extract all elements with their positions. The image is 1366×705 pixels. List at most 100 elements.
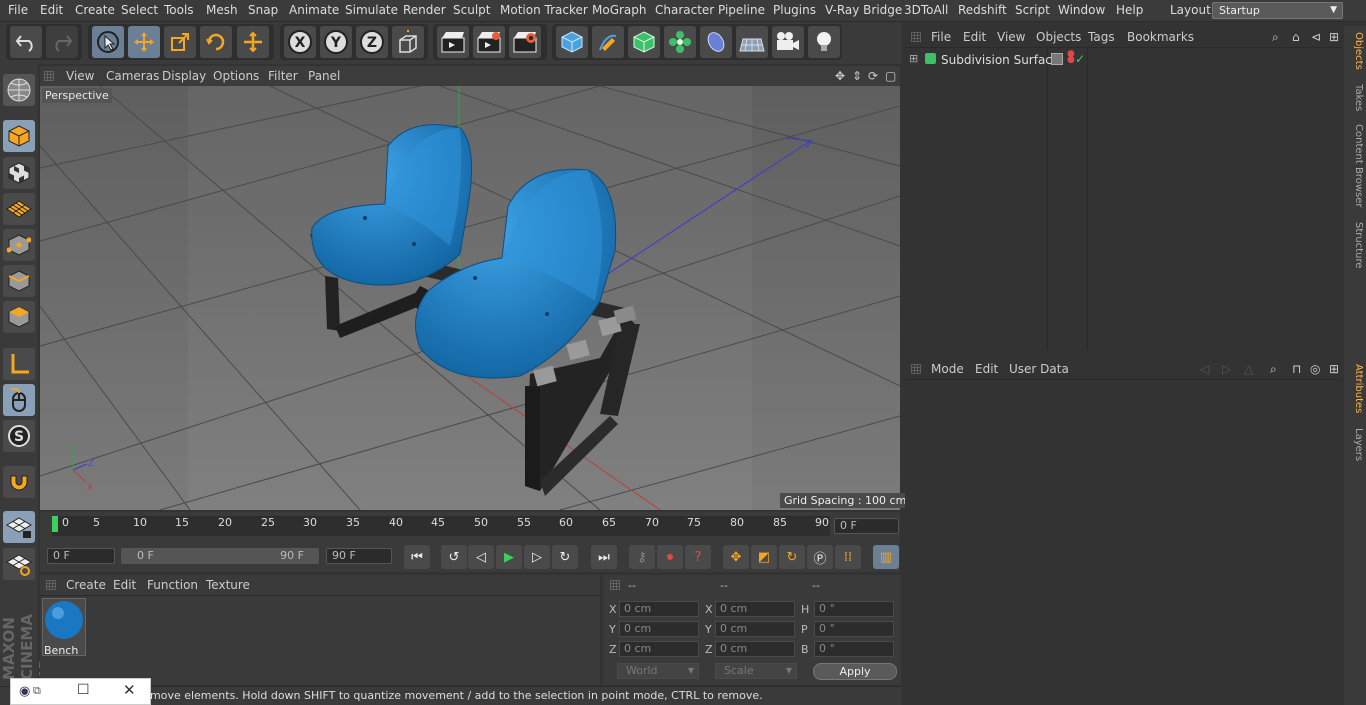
back-arrow-icon[interactable]: ◁	[1200, 362, 1209, 376]
timeline-window-button[interactable]: ▥	[873, 545, 899, 569]
menu-motion-tracker[interactable]: Motion Tracker	[500, 3, 588, 17]
goto-start-button[interactable]: ⏮	[404, 545, 430, 569]
tab-objects[interactable]: Objects	[1346, 32, 1364, 70]
search-icon[interactable]: ⌕	[1272, 30, 1279, 45]
position-x-field[interactable]: 0 cm	[619, 601, 699, 617]
redo-button[interactable]	[46, 26, 78, 58]
move-tool-button[interactable]	[128, 26, 160, 58]
objects-menu-bookmarks[interactable]: Bookmarks	[1127, 30, 1194, 44]
viewport-menu-filter[interactable]: Filter	[268, 69, 298, 83]
menu-pipeline[interactable]: Pipeline	[718, 3, 765, 17]
perspective-viewport[interactable]: Y Z X	[40, 86, 900, 510]
floor-button[interactable]	[736, 26, 768, 58]
menu-animate[interactable]: Animate	[289, 3, 339, 17]
size-z-field[interactable]: 0 cm	[715, 641, 795, 657]
objects-menu-view[interactable]: View	[997, 30, 1025, 44]
playhead[interactable]	[52, 516, 58, 532]
home-icon[interactable]: ⌂	[1292, 30, 1300, 44]
apply-button[interactable]: Apply	[813, 663, 897, 680]
next-key-button[interactable]: ↻	[552, 545, 578, 569]
material-menu-create[interactable]: Create	[66, 578, 106, 592]
frame-range-slider[interactable]: 0 F 90 F	[121, 548, 319, 564]
menu-snap[interactable]: Snap	[248, 3, 278, 17]
next-frame-button[interactable]: ▷	[524, 545, 550, 569]
autokey-button[interactable]: ⏺	[657, 545, 683, 569]
viewport-menu-view[interactable]: View	[66, 69, 94, 83]
deformer-button[interactable]	[700, 26, 732, 58]
tweak-mode-button[interactable]	[3, 384, 35, 416]
menu-mograph[interactable]: MoGraph	[592, 3, 647, 17]
position-z-field[interactable]: 0 cm	[619, 641, 699, 657]
z-axis-button[interactable]: Z	[356, 26, 388, 58]
timeline-ruler[interactable]	[40, 512, 900, 542]
forward-arrow-icon[interactable]: ▷	[1222, 362, 1231, 376]
x-axis-button[interactable]: X	[284, 26, 316, 58]
key-rotation-button[interactable]: ↻	[779, 545, 805, 569]
undo-button[interactable]	[10, 26, 42, 58]
material-menu-texture[interactable]: Texture	[206, 578, 250, 592]
pen-spline-button[interactable]	[592, 26, 624, 58]
workplane-button[interactable]	[3, 193, 35, 225]
menu-file[interactable]: File	[8, 3, 28, 17]
start-frame-field[interactable]: 0 F	[47, 548, 115, 564]
visibility-dots-icon[interactable]: ● ●	[1067, 50, 1075, 65]
align-workplane-button[interactable]	[3, 548, 35, 580]
material-swatch-bench[interactable]: Bench	[42, 598, 86, 657]
polygons-mode-button[interactable]	[3, 301, 35, 333]
tab-layers[interactable]: Layers	[1346, 428, 1364, 461]
menu-create[interactable]: Create	[75, 3, 115, 17]
lock-icon[interactable]: ⊓	[1292, 362, 1301, 376]
position-y-field[interactable]: 0 cm	[619, 621, 699, 637]
tab-attributes[interactable]: Attributes	[1346, 364, 1364, 413]
zoom-view-icon[interactable]: ⇕	[852, 69, 862, 83]
menu-simulate[interactable]: Simulate	[345, 3, 398, 17]
model-mode-button[interactable]	[3, 120, 35, 152]
objects-menu-edit[interactable]: Edit	[963, 30, 986, 44]
scale-tool-button[interactable]	[164, 26, 196, 58]
attributes-menu-mode[interactable]: Mode	[931, 362, 964, 376]
menu-script[interactable]: Script	[1015, 3, 1050, 17]
snap-button[interactable]	[3, 466, 35, 498]
camera-button[interactable]	[772, 26, 804, 58]
y-axis-button[interactable]: Y	[320, 26, 352, 58]
back-icon[interactable]: ⊲	[1311, 30, 1321, 44]
up-arrow-icon[interactable]: △	[1244, 362, 1253, 376]
play-button[interactable]: ▶	[496, 545, 522, 569]
rotation-p-field[interactable]: 0 °	[814, 621, 894, 637]
attributes-menu-user-data[interactable]: User Data	[1009, 362, 1069, 376]
menu-select[interactable]: Select	[121, 3, 158, 17]
menu-mesh[interactable]: Mesh	[206, 3, 238, 17]
restore-icon[interactable]: ⧉	[33, 684, 41, 698]
rotate-view-icon[interactable]: ⟳	[868, 69, 878, 83]
objects-menu-tags[interactable]: Tags	[1088, 30, 1115, 44]
tab-takes[interactable]: Takes	[1346, 84, 1364, 111]
material-menu-function[interactable]: Function	[147, 578, 198, 592]
subdivision-button[interactable]	[628, 26, 660, 58]
size-mode-dropdown[interactable]: Scale ▼	[715, 663, 797, 679]
menu-window[interactable]: Window	[1058, 3, 1105, 17]
keyframe-selection-button[interactable]: ?	[685, 545, 711, 569]
expand-icon[interactable]: ⊞	[909, 52, 918, 65]
axis-mode-button[interactable]	[3, 348, 35, 380]
target-icon[interactable]: ◎	[1310, 362, 1320, 376]
menu-sculpt[interactable]: Sculpt	[453, 3, 490, 17]
material-menu-edit[interactable]: Edit	[113, 578, 136, 592]
layout-dropdown[interactable]: Startup ▼	[1212, 2, 1343, 19]
rotation-b-field[interactable]: 0 °	[814, 641, 894, 657]
search-icon[interactable]: ⌕	[1270, 362, 1277, 377]
key-scale-button[interactable]: ◩	[751, 545, 777, 569]
transform-tool-button[interactable]	[237, 26, 269, 58]
size-x-field[interactable]: 0 cm	[715, 601, 795, 617]
menu-plugins[interactable]: Plugins	[773, 3, 816, 17]
objects-menu-objects[interactable]: Objects	[1036, 30, 1081, 44]
menu-3dtoall[interactable]: 3DToAll	[904, 3, 948, 17]
object-row-subdivision-surface[interactable]: ⊞ Subdivision Surface	[905, 52, 1059, 69]
new-window-icon[interactable]: ⊞	[1329, 30, 1339, 44]
prev-key-button[interactable]: ↺	[441, 545, 467, 569]
live-selection-button[interactable]	[92, 26, 124, 58]
menu-edit[interactable]: Edit	[40, 3, 63, 17]
layer-swatch-icon[interactable]	[1051, 53, 1063, 65]
solo-button[interactable]: S	[3, 420, 35, 452]
key-position-button[interactable]: ✥	[723, 545, 749, 569]
make-editable-button[interactable]	[3, 74, 35, 106]
